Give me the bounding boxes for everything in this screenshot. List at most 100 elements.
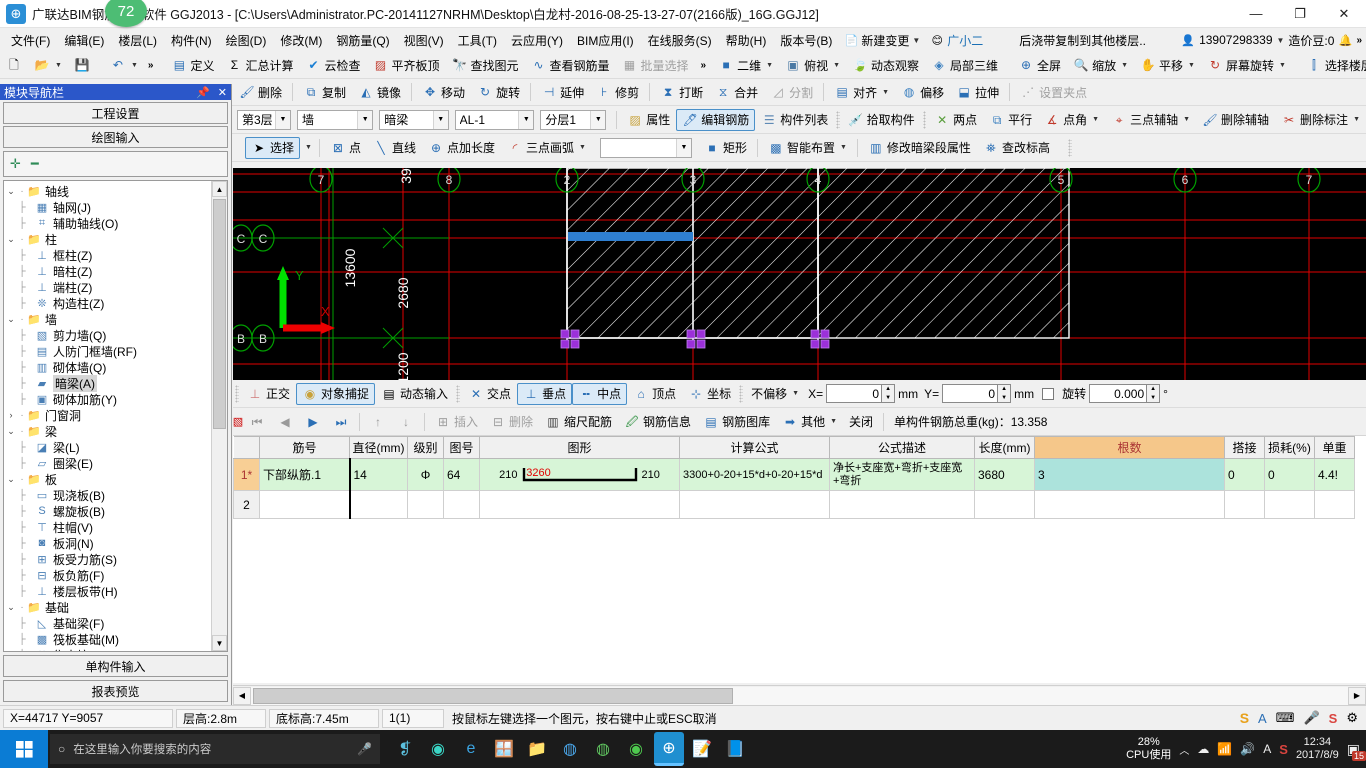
cell-jinhao[interactable]: [259, 490, 350, 519]
point-angle-button[interactable]: ∡ 点角 ▼: [1038, 109, 1105, 131]
menu-edit[interactable]: 编辑(E): [57, 30, 111, 51]
cell-formula[interactable]: 3300+0-20+15*d+0-20+15*d: [679, 458, 830, 491]
pin-icon[interactable]: 📌: [196, 86, 210, 99]
top-view-button[interactable]: ▣ 俯视 ▼: [779, 54, 846, 76]
rotate-input[interactable]: 0.000: [1089, 384, 1148, 403]
tree-item-26[interactable]: ⌄ · 📁 基础: [4, 599, 211, 615]
component-type-combo[interactable]: 墙 ▼: [296, 109, 374, 130]
other-button[interactable]: ➡ 其他 ▼: [776, 411, 843, 433]
stepper-up-icon[interactable]: ▲: [998, 385, 1011, 394]
offset-button[interactable]: ◍ 偏移: [895, 81, 950, 103]
panel-grip-icon[interactable]: ▧: [233, 408, 243, 435]
tree-expander-icon[interactable]: ⌄: [4, 186, 18, 197]
floor-combo[interactable]: 第3层 ▼: [237, 109, 291, 130]
first-record-button[interactable]: ⏮: [243, 411, 271, 433]
delete-dimension-button[interactable]: ✂ 删除标注 ▼: [1275, 109, 1366, 131]
drawing-input-button[interactable]: 绘图输入: [3, 126, 228, 148]
toolbar-grip[interactable]: [235, 384, 239, 403]
point-tool-button[interactable]: ⊠ 点: [324, 137, 367, 159]
scroll-thumb[interactable]: [213, 199, 226, 429]
break-button[interactable]: ⧗ 打断: [654, 81, 709, 103]
cell-formula-desc[interactable]: 净长+支座宽+弯折+支座宽+弯折: [829, 458, 975, 491]
menu-rebar-qty[interactable]: 钢筋量(Q): [329, 30, 396, 51]
report-preview-button[interactable]: 报表预览: [3, 680, 228, 702]
object-snap-toggle[interactable]: ◉ 对象捕捉: [296, 382, 376, 405]
toolbar-grip[interactable]: [836, 110, 840, 129]
align-button[interactable]: ▤ 对齐 ▼: [828, 81, 895, 103]
select-dropdown[interactable]: ▼: [300, 137, 315, 159]
menu-draw[interactable]: 绘图(D): [219, 30, 274, 51]
toolbar-grip[interactable]: [456, 384, 461, 403]
menu-tools[interactable]: 工具(T): [451, 30, 504, 51]
new-change-button[interactable]: 📄 新建变更 ▼: [839, 30, 925, 51]
cell-unit-weight[interactable]: [1314, 490, 1355, 519]
single-component-input-button[interactable]: 单构件输入: [3, 655, 228, 677]
rotate-checkbox[interactable]: [1042, 387, 1055, 400]
tree-expander-icon[interactable]: ⌄: [4, 474, 18, 485]
toolbar-overflow-icon[interactable]: »: [144, 60, 158, 71]
summary-calc-button[interactable]: Σ 汇总计算: [220, 54, 299, 76]
screen-rotate-button[interactable]: ↻ 屏幕旋转 ▼: [1201, 54, 1292, 76]
sogou-s-icon[interactable]: S: [1279, 742, 1288, 757]
chevron-down-icon[interactable]: ▼: [432, 110, 448, 129]
vertex-snap[interactable]: ⌂ 顶点: [627, 383, 682, 405]
col-shape[interactable]: 图形: [479, 436, 680, 459]
lang-a-icon[interactable]: A: [1258, 711, 1267, 726]
ggj-app-icon[interactable]: ⊕: [654, 732, 684, 766]
menu-component[interactable]: 构件(N): [164, 30, 219, 51]
three-point-axis-button[interactable]: ⌖ 三点辅轴 ▼: [1105, 109, 1196, 131]
cell-length[interactable]: [974, 490, 1035, 519]
expand-all-icon[interactable]: ✛: [10, 156, 21, 172]
menu-version[interactable]: 版本号(B): [773, 30, 839, 51]
tree-item-25[interactable]: ├ ⊥ 楼层板带(H): [4, 583, 211, 599]
set-grip-button[interactable]: ⋰ 设置夹点: [1014, 81, 1093, 103]
chevron-up-icon[interactable]: ︿: [1179, 742, 1189, 757]
tree-item-20[interactable]: ├ S 螺旋板(B): [4, 503, 211, 519]
explorer-icon[interactable]: 📁: [522, 732, 552, 766]
sogou-icon[interactable]: S: [1240, 710, 1249, 726]
component-tree[interactable]: ⌄ · 📁 轴线 ├ ▦ 轴网(J) ├ ⌗ 辅助轴线(O) ⌄ · 📁 柱 ├ ⊥ 框柱(Z) ├ ⊥ 暗柱(Z) ├…: [4, 181, 211, 652]
edit-beam-seg-button[interactable]: ▥ 修改暗梁段属性: [862, 137, 977, 159]
edit-rebar-button[interactable]: 🖊 编辑钢筋: [676, 108, 756, 131]
tree-item-11[interactable]: ├ ▥ 砌体墙(Q): [4, 359, 211, 375]
edge-legacy-icon[interactable]: e: [456, 732, 486, 766]
extend-button[interactable]: ⊣ 延伸: [535, 81, 590, 103]
chevron-down-icon[interactable]: ▼: [675, 138, 691, 157]
tree-item-17[interactable]: ├ ▱ 圈梁(E): [4, 455, 211, 471]
tree-item-3[interactable]: ⌄ · 📁 柱: [4, 231, 211, 247]
close-icon[interactable]: ✕: [218, 86, 227, 99]
chevron-down-icon[interactable]: ▼: [274, 110, 290, 129]
tree-expander-icon[interactable]: ⌄: [4, 426, 18, 437]
col-grade[interactable]: 级别: [407, 436, 444, 459]
scroll-thumb[interactable]: [253, 687, 733, 704]
parallel-button[interactable]: ⧉ 平行: [983, 109, 1038, 131]
keyboard-icon[interactable]: ⌨: [1276, 710, 1295, 726]
tree-item-19[interactable]: ├ ▭ 现浇板(B): [4, 487, 211, 503]
tree-item-23[interactable]: ├ ⊞ 板受力筋(S): [4, 551, 211, 567]
cell-count[interactable]: 3: [1034, 458, 1225, 491]
stepper-up-icon[interactable]: ▲: [882, 385, 895, 394]
menu-help[interactable]: 帮助(H): [719, 30, 774, 51]
tree-item-12[interactable]: ├ ▰ 暗梁(A): [4, 374, 211, 392]
col-length[interactable]: 长度(mm): [974, 436, 1035, 459]
app2-icon[interactable]: 📘: [720, 732, 750, 766]
mic-icon[interactable]: 🎤: [1303, 710, 1319, 726]
last-record-button[interactable]: ⏭: [327, 411, 355, 433]
col-diameter[interactable]: 直径(mm): [349, 436, 408, 459]
split-button[interactable]: ◿ 分割: [764, 81, 819, 103]
undo-button[interactable]: ↶ ▼: [104, 54, 144, 76]
col-shape-no[interactable]: 图号: [443, 436, 480, 459]
scroll-track[interactable]: [251, 686, 1348, 705]
restore-button[interactable]: ❐: [1278, 0, 1322, 28]
open-file-button[interactable]: 📂 ▼: [28, 54, 68, 76]
point-length-button[interactable]: ⊕ 点加长度: [422, 137, 501, 159]
col-lap[interactable]: 搭接: [1224, 436, 1265, 459]
taskbar-clock[interactable]: 12:34 2017/8/9: [1296, 736, 1339, 761]
next-record-button[interactable]: ▶: [299, 411, 327, 433]
mirror-button[interactable]: ◭ 镜像: [352, 81, 407, 103]
tree-item-6[interactable]: ├ ⊥ 端柱(Z): [4, 279, 211, 295]
define-button[interactable]: ▤ 定义: [165, 54, 220, 76]
find-element-button[interactable]: 🔭 查找图元: [446, 54, 525, 76]
stepper-down-icon[interactable]: ▼: [1147, 393, 1160, 402]
tree-expander-icon[interactable]: ⌄: [4, 314, 18, 325]
